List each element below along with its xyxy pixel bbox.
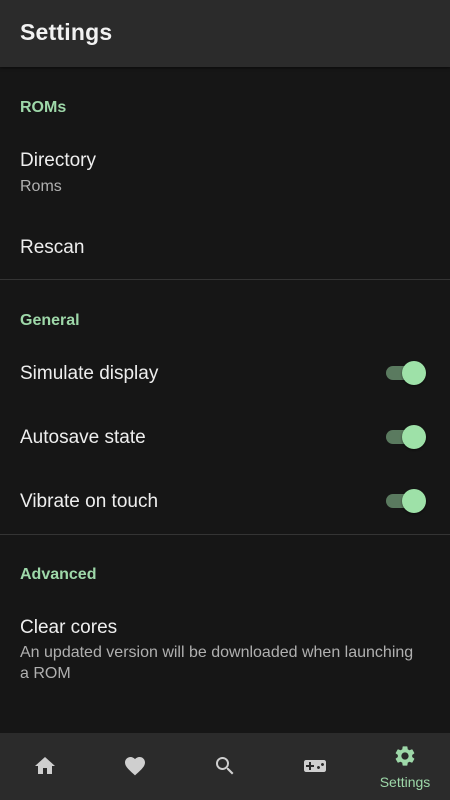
autosave-state-title: Autosave state [20,427,146,448]
rescan-setting[interactable]: Rescan [0,212,450,274]
clear-cores-setting[interactable]: Clear cores An updated version will be d… [0,602,450,692]
section-divider [0,279,450,280]
toggle-thumb [402,361,426,385]
clear-cores-summary: An updated version will be downloaded wh… [20,644,414,682]
home-icon [35,757,55,774]
toggle-thumb [402,489,426,513]
nav-settings[interactable]: Settings [360,733,450,800]
page-title: Settings [20,19,113,45]
simulate-display-title: Simulate display [20,363,159,384]
app-bar: Settings [0,0,450,67]
rescan-title: Rescan [20,237,85,258]
directory-title: Directory [20,150,97,171]
directory-setting[interactable]: Directory Roms [0,134,450,200]
nav-favorites[interactable] [90,733,180,800]
search-icon [216,757,234,775]
nav-games[interactable] [270,733,360,800]
nav-search[interactable] [180,733,270,800]
vibrate-on-touch-title: Vibrate on touch [20,491,159,512]
simulate-display-setting[interactable]: Simulate display [0,342,450,406]
directory-value: Roms [20,178,62,195]
clear-cores-title: Clear cores [20,617,118,638]
gamepad-icon [304,760,326,772]
section-header-advanced: Advanced [20,566,97,583]
settings-screen: Settings ROMs Directory Roms Rescan Gene… [0,0,450,800]
section-header-roms: ROMs [20,99,67,116]
autosave-state-toggle[interactable] [386,424,426,450]
heart-icon [125,757,145,776]
toggle-thumb [402,425,426,449]
simulate-display-toggle[interactable] [386,360,426,386]
bottom-navigation: Settings [0,733,450,800]
autosave-state-setting[interactable]: Autosave state [0,406,450,470]
section-divider [0,534,450,535]
vibrate-on-touch-setting[interactable]: Vibrate on touch [0,470,450,534]
nav-home[interactable] [0,733,90,800]
gear-icon [395,746,415,766]
vibrate-on-touch-toggle[interactable] [386,488,426,514]
section-header-general: General [20,312,80,329]
settings-list: ROMs Directory Roms Rescan General Simul… [0,67,450,733]
nav-settings-label: Settings [379,774,431,790]
